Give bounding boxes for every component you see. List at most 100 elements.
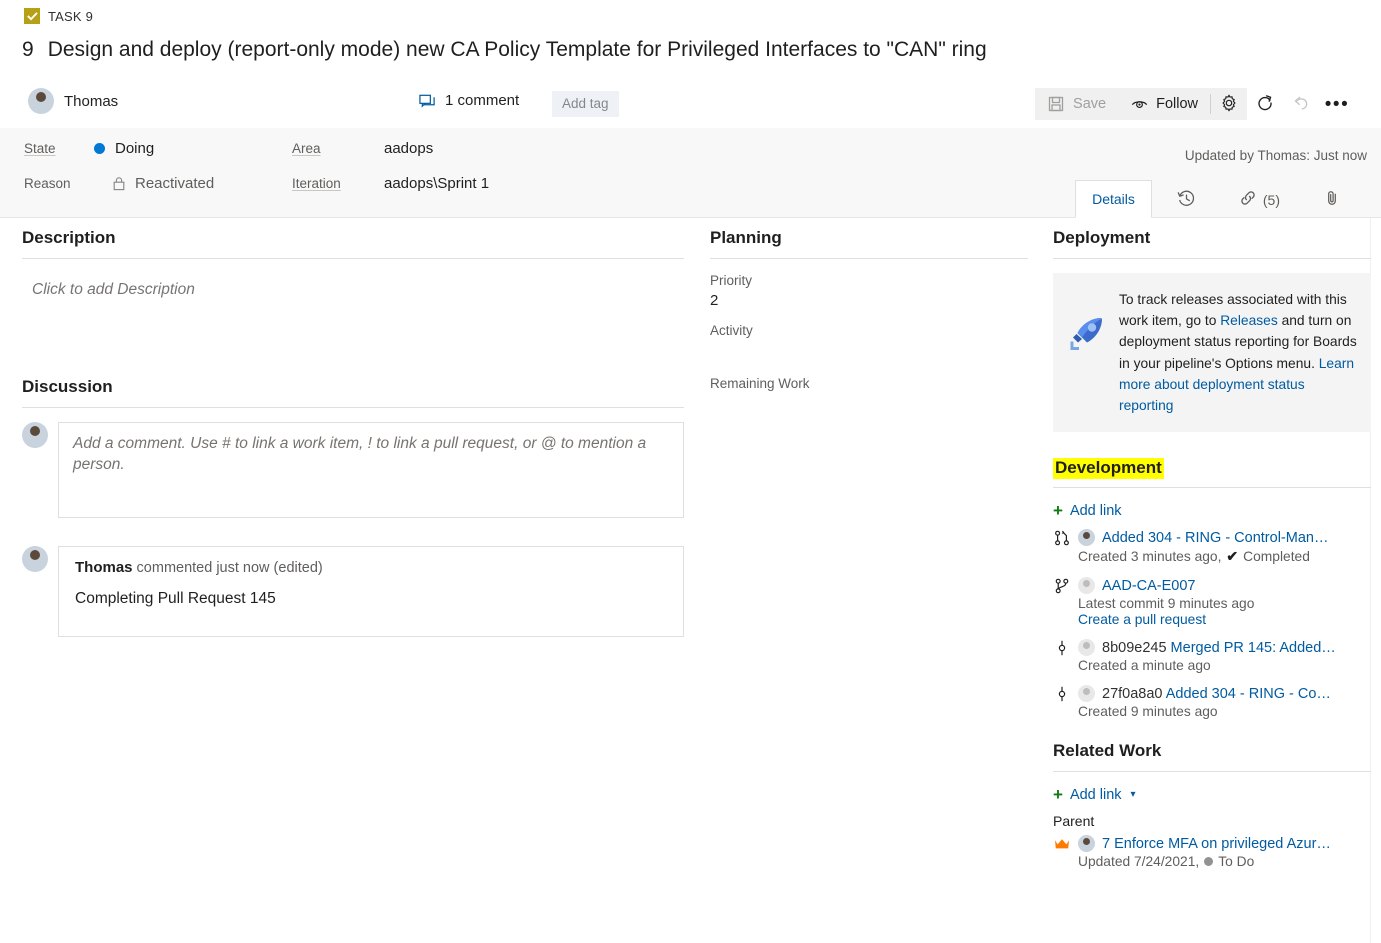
related-work-add-link-button[interactable]: + Add link ▾ <box>1053 786 1371 803</box>
remaining-work-value[interactable] <box>710 391 1028 409</box>
development-link-sub: Created 3 minutes ago, ✔ Completed <box>1078 548 1371 565</box>
plus-icon: + <box>1053 785 1063 805</box>
area-label: Area <box>292 141 321 156</box>
follow-icon <box>1130 95 1148 113</box>
related-work-item-title[interactable]: 7 Enforce MFA on privileged Azur… <box>1102 836 1331 852</box>
comment-input-placeholder: Add a comment. Use # to link a work item… <box>73 435 647 473</box>
work-item-header: TASK 9 9 Design and deploy (report-only … <box>0 0 1381 128</box>
create-pull-request-link[interactable]: Create a pull request <box>1078 612 1206 627</box>
undo-icon <box>1292 94 1310 115</box>
iteration-label: Iteration <box>292 176 341 191</box>
development-link-sub: Created 9 minutes ago <box>1078 704 1371 719</box>
development-link-title[interactable]: AAD-CA-E007 <box>1102 578 1195 594</box>
field-reason: Reason Reactivated <box>24 175 214 192</box>
save-label: Save <box>1073 96 1107 112</box>
commit-title: Merged PR 145: Added… <box>1170 639 1336 656</box>
status-dot-icon <box>1204 857 1214 867</box>
development-link-created: Created 3 minutes ago, <box>1078 549 1222 565</box>
state-value[interactable]: Doing <box>115 140 154 157</box>
check-icon: ✔ <box>1226 548 1239 565</box>
commit-hash: 8b09e245 <box>1102 639 1167 656</box>
tab-details[interactable]: Details <box>1075 180 1152 218</box>
comment-count-button[interactable]: 1 comment <box>419 92 519 109</box>
gear-icon <box>1220 94 1238 115</box>
work-item-type-row: TASK 9 <box>24 8 93 24</box>
assigned-to[interactable]: Thomas <box>28 88 118 114</box>
iteration-value[interactable]: aadops\Sprint 1 <box>384 175 489 192</box>
development-link-sub: Created a minute ago <box>1078 658 1371 673</box>
refresh-icon <box>1256 94 1274 115</box>
related-work-add-link-label: Add link <box>1069 786 1122 803</box>
development-add-link-label: Add link <box>1069 502 1122 519</box>
development-link-title[interactable]: 8b09e245 Merged PR 145: Added… <box>1102 640 1336 656</box>
branch-icon <box>1053 578 1071 594</box>
tab-details-label: Details <box>1092 191 1135 207</box>
field-area: Area aadops <box>292 140 433 157</box>
development-title: Development <box>1053 458 1164 480</box>
tab-links-count: (5) <box>1262 191 1280 208</box>
deployment-info-card: To track releases associated with this w… <box>1053 273 1371 433</box>
comment-text: Completing Pull Request 145 <box>75 590 276 607</box>
related-work-rule <box>1053 771 1371 773</box>
comment-icon <box>419 92 436 109</box>
more-options-button[interactable]: ••• <box>1319 88 1355 120</box>
field-iteration: Iteration aadops\Sprint 1 <box>292 175 489 192</box>
tab-attachments[interactable] <box>1297 180 1367 218</box>
work-item-id: 9 <box>22 38 34 61</box>
follow-label: Follow <box>1156 96 1198 112</box>
settings-button[interactable] <box>1211 88 1247 120</box>
priority-value[interactable]: 2 <box>710 288 1028 319</box>
releases-link[interactable]: Releases <box>1220 313 1278 328</box>
updated-by-text: Updated by Thomas: Just now <box>1184 148 1367 163</box>
development-link-sub: Latest commit 9 minutes ago <box>1078 596 1371 611</box>
development-link-item: 8b09e245 Merged PR 145: Added… Created a… <box>1053 639 1371 673</box>
follow-button[interactable]: Follow <box>1118 88 1210 120</box>
avatar <box>1078 835 1095 853</box>
deployment-title: Deployment <box>1053 228 1151 247</box>
avatar <box>1078 639 1095 657</box>
avatar <box>22 422 48 448</box>
planning-rule <box>710 258 1028 259</box>
refresh-button[interactable] <box>1247 88 1283 120</box>
chevron-down-icon: ▾ <box>1130 789 1136 801</box>
add-tag-button[interactable]: Add tag <box>552 91 619 117</box>
related-work-section: Related Work + Add link ▾ Parent 7 Enfor… <box>1053 741 1371 869</box>
related-work-group-label: Parent <box>1053 813 1095 830</box>
follow-group: Follow <box>1118 88 1247 120</box>
comment-input-row: Add a comment. Use # to link a work item… <box>22 422 684 518</box>
reason-label: Reason <box>24 176 71 191</box>
column-planning: Planning Priority 2 Activity Remaining W… <box>710 228 1028 409</box>
work-item-title[interactable]: Design and deploy (report-only mode) new… <box>48 38 987 62</box>
work-item-type-label: TASK 9 <box>48 8 94 24</box>
development-link-title[interactable]: Added 304 - RING - Control-Man… <box>1102 530 1328 546</box>
state-dot-icon <box>94 143 105 154</box>
area-value[interactable]: aadops <box>384 140 433 157</box>
tab-history[interactable] <box>1152 180 1222 218</box>
related-work-item-sub: Updated 7/24/2021, To Do <box>1078 854 1371 869</box>
activity-value[interactable] <box>710 338 1028 356</box>
comment-card[interactable]: Thomas commented just now (edited) Compl… <box>58 546 684 637</box>
work-item-form: TASK 9 9 Design and deploy (report-only … <box>0 0 1381 943</box>
field-state: State Doing <box>24 140 154 157</box>
development-add-link-button[interactable]: + Add link <box>1053 502 1371 519</box>
work-item-tabs: Details (5) <box>1075 180 1367 218</box>
tab-links[interactable]: (5) <box>1222 180 1297 218</box>
activity-label: Activity <box>710 323 753 338</box>
development-rule <box>1053 487 1371 489</box>
development-link-status: Completed <box>1243 549 1310 565</box>
development-link-created: Created 9 minutes ago <box>1078 704 1218 720</box>
save-button[interactable]: Save <box>1035 88 1119 120</box>
development-link-title[interactable]: 27f0a8a0 Added 304 - RING - Co… <box>1102 686 1331 702</box>
comment-input[interactable]: Add a comment. Use # to link a work item… <box>58 422 684 518</box>
state-label: State <box>24 141 56 156</box>
deployment-info-text: To track releases associated with this w… <box>1119 289 1357 416</box>
undo-button[interactable] <box>1283 88 1319 120</box>
plus-icon: + <box>1053 501 1063 521</box>
comment-meta: commented just now (edited) <box>136 560 323 576</box>
commit-icon <box>1053 686 1071 702</box>
work-item-body: Description Click to add Description Dis… <box>0 218 1381 943</box>
discussion-rule <box>22 407 684 408</box>
description-field[interactable]: Click to add Description <box>22 273 684 359</box>
column-right: Deployment To track releases associated … <box>1053 228 1371 881</box>
related-work-updated: Updated 7/24/2021, <box>1078 854 1200 870</box>
